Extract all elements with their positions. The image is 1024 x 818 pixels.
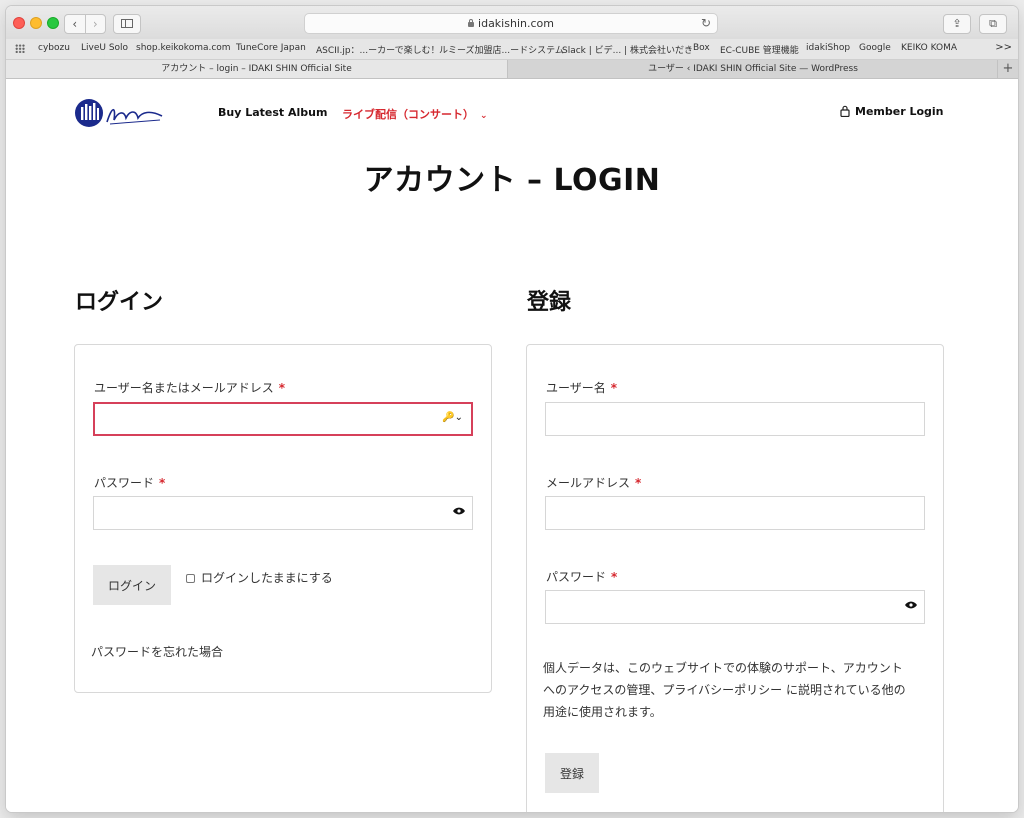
secure-lock-icon: [468, 19, 475, 27]
browser-toolbar: ‹ › idakishin.com ↻ ⇪ ⧉: [6, 6, 1018, 40]
page-title: アカウント – LOGIN: [363, 163, 661, 198]
register-form: ユーザー名 * メールアドレス * パスワード * 個人データは、このウェブサイトでの…: [526, 344, 944, 812]
sidebar-toggle-button[interactable]: [113, 14, 141, 34]
bookmark-item[interactable]: Google: [859, 43, 891, 53]
required-marker: *: [159, 476, 166, 490]
required-marker: *: [278, 381, 286, 395]
new-tab-button[interactable]: +: [997, 60, 1018, 78]
required-marker: *: [611, 570, 618, 584]
register-username-input[interactable]: [545, 402, 925, 436]
bookmark-item[interactable]: Slack | ビデ... | 株式会社いだき: [562, 43, 693, 56]
address-bar[interactable]: idakishin.com ↻: [304, 13, 718, 34]
forward-button[interactable]: ›: [84, 15, 106, 33]
bookmark-item[interactable]: Box: [693, 43, 710, 53]
required-marker: *: [635, 476, 642, 490]
close-window-button[interactable]: [13, 17, 25, 29]
url-text: idakishin.com: [478, 17, 554, 30]
bookmark-item[interactable]: idakiShop: [806, 43, 850, 53]
chevron-down-icon: ⌄: [480, 111, 488, 121]
bookmark-item[interactable]: shop.keikokoma.com: [136, 43, 231, 53]
register-username-label-text: ユーザー名: [546, 381, 606, 395]
register-email-label: メールアドレス *: [546, 474, 641, 491]
nav-buy-latest-album[interactable]: Buy Latest Album: [218, 106, 327, 119]
password-input[interactable]: [93, 496, 473, 530]
login-heading: ログイン: [75, 290, 164, 315]
back-button[interactable]: ‹: [65, 15, 85, 33]
password-label: パスワード *: [94, 474, 165, 491]
register-heading: 登録: [527, 290, 572, 315]
privacy-text-line: へのアクセスの管理、プライバシーポリシー に説明されている他の: [543, 683, 906, 697]
lock-icon: [840, 105, 850, 118]
username-label: ユーザー名またはメールアドレス *: [94, 379, 285, 396]
nav-live-streaming[interactable]: ライブ配信（コンサート） ⌄: [342, 106, 488, 122]
register-password-label: パスワード *: [546, 568, 617, 585]
bookmarks-bar: cybozu LiveU Solo shop.keikokoma.com Tun…: [6, 39, 1018, 60]
privacy-text-line: 個人データは、このウェブサイトでの体験のサポート、アカウント: [543, 661, 903, 675]
required-marker: *: [610, 381, 618, 395]
register-username-label: ユーザー名 *: [546, 379, 617, 396]
bookmark-item[interactable]: ASCII.jp：...ーカーで楽しむ！: [316, 43, 440, 56]
minimize-window-button[interactable]: [30, 17, 42, 29]
sidebar-icon: [121, 19, 133, 28]
privacy-text-line: 用途に使用されます。: [543, 705, 662, 719]
site-logo[interactable]: [74, 96, 166, 130]
browser-window: ‹ › idakishin.com ↻ ⇪ ⧉ cybozu LiveU Sol…: [6, 6, 1018, 812]
bookmark-item[interactable]: cybozu: [38, 43, 70, 53]
top-sites-grid-icon[interactable]: [15, 44, 25, 53]
username-label-text: ユーザー名またはメールアドレス: [94, 381, 274, 395]
navigation-buttons: ‹ ›: [64, 14, 106, 34]
member-login-label: Member Login: [855, 105, 944, 118]
lost-password-link[interactable]: パスワードを忘れた場合: [91, 643, 223, 660]
tab-overview-button[interactable]: ⧉: [979, 14, 1007, 34]
bookmark-item[interactable]: KEIKO KOMA: [901, 43, 957, 53]
tab-wordpress-users[interactable]: ユーザー ‹ IDAKI SHIN Official Site — WordPr…: [508, 60, 998, 78]
tab-bar: アカウント – login – IDAKI SHIN Official Site…: [6, 60, 1018, 79]
privacy-notice: 個人データは、このウェブサイトでの体験のサポート、アカウント へのアクセスの管理…: [543, 657, 906, 723]
bookmark-item[interactable]: LiveU Solo: [81, 43, 128, 53]
share-button[interactable]: ⇪: [943, 14, 971, 34]
login-form: ユーザー名またはメールアドレス * 🔑⌄ パスワード * ログイン ログインしたまま…: [74, 344, 492, 693]
tab-account-login[interactable]: アカウント – login – IDAKI SHIN Official Site: [6, 60, 508, 78]
register-password-input[interactable]: [545, 590, 925, 624]
bookmark-item[interactable]: TuneCore Japan: [236, 43, 306, 53]
bookmark-item[interactable]: ルミーズ加盟店...ードシステム: [439, 43, 564, 56]
nav-live-label: ライブ配信（コンサート）: [342, 108, 474, 121]
member-login-link[interactable]: Member Login: [840, 105, 944, 118]
show-password-eye-icon[interactable]: [904, 600, 918, 610]
password-manager-key-icon[interactable]: 🔑⌄: [442, 412, 463, 423]
username-input[interactable]: 🔑⌄: [93, 402, 473, 436]
web-page: Buy Latest Album ライブ配信（コンサート） ⌄ Member Lo…: [6, 79, 1018, 812]
register-email-label-text: メールアドレス: [546, 476, 631, 490]
register-email-input[interactable]: [545, 496, 925, 530]
password-label-text: パスワード: [94, 476, 155, 490]
login-submit-button[interactable]: ログイン: [93, 565, 171, 605]
remember-me-label[interactable]: ログインしたままにする: [201, 569, 333, 586]
remember-me-checkbox[interactable]: [186, 574, 195, 583]
reload-icon[interactable]: ↻: [701, 14, 711, 33]
register-password-label-text: パスワード: [546, 570, 607, 584]
zoom-window-button[interactable]: [47, 17, 59, 29]
register-submit-button[interactable]: 登録: [545, 753, 599, 793]
bookmarks-overflow-button[interactable]: >>: [995, 42, 1012, 53]
show-password-eye-icon[interactable]: [452, 506, 466, 516]
bookmark-item[interactable]: EC-CUBE 管理機能: [720, 43, 799, 56]
